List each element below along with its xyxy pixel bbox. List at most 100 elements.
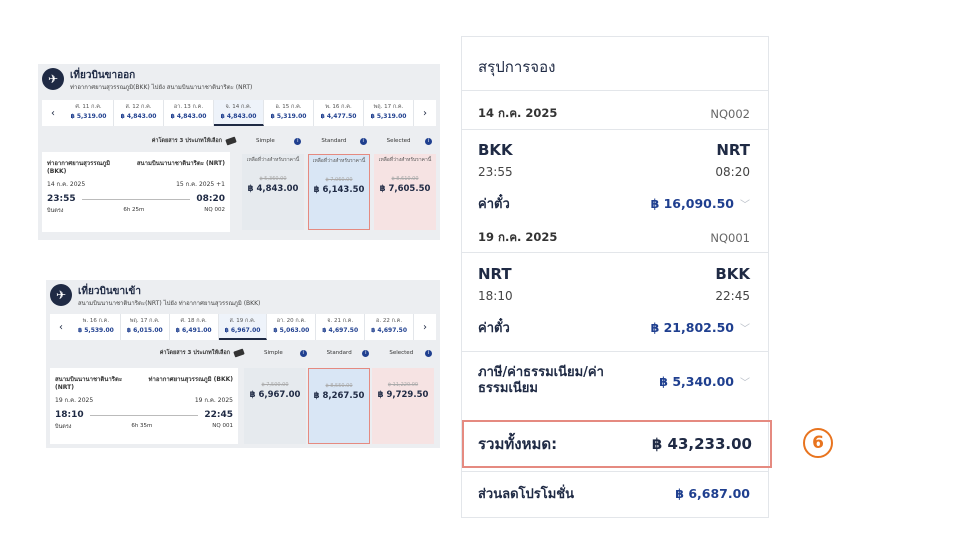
inbound-destination: BKK <box>715 265 750 283</box>
outbound-header: ✈ เที่ยวบินขาออก ท่าอากาศยานสุวรรณภูมิ(B… <box>38 64 440 96</box>
flight-duration: 6h 35m <box>131 423 153 429</box>
outbound-panel: ✈ เที่ยวบินขาออก ท่าอากาศยานสุวรรณภูมิ(B… <box>38 64 440 240</box>
outbound-date-strip: ‹ ศ. 11 ก.ค. ฿ 5,319.00 ส. 12 ก.ค. ฿ 4,843… <box>42 100 436 126</box>
departure-time: 23:55 <box>47 194 76 204</box>
prev-date-icon[interactable]: ‹ <box>50 314 72 340</box>
fare-option-standard[interactable]: ฿ 8,550.00 ฿ 8,267.50 <box>308 368 370 444</box>
origin-name: สนามบินนานาชาตินาริตะ (NRT) <box>55 376 123 391</box>
inbound-date: 19 ก.ค. 2025 <box>478 230 558 244</box>
next-date-icon[interactable]: › <box>414 314 436 340</box>
step-marker: 6 <box>803 428 833 458</box>
fare-option-standard[interactable]: เหลือที่ว่างสำหรับราคานี้฿ 7,060.00 ฿ 6,1… <box>308 154 370 230</box>
fare-type-standard: Standard <box>321 138 347 144</box>
plane-icon: ✈ <box>50 284 72 306</box>
destination-name: สนามบินนานาชาตินาริตะ (NRT) <box>136 160 225 167</box>
prev-date-icon[interactable]: ‹ <box>42 100 64 126</box>
next-date-icon[interactable]: › <box>414 100 436 126</box>
outbound-destination: NRT <box>716 141 750 159</box>
route-line <box>89 415 199 420</box>
outbound-fare-row[interactable]: ค่าตั๋ว ฿ 16,090.50 ﹀ <box>478 193 750 214</box>
inbound-flight-code: NQ001 <box>710 231 750 245</box>
info-icon[interactable]: i <box>294 137 302 145</box>
inbound-header: ✈ เที่ยวบินขาเข้า สนามบินนานาชาตินาริตะ(… <box>46 280 440 312</box>
fare-option-selected[interactable]: เหลือที่ว่างสำหรับราคานี้฿ 8,610.00 ฿ 7,6… <box>374 154 436 230</box>
date-option[interactable]: อา. 13 ก.ค. ฿ 4,843.00 <box>164 100 214 126</box>
inbound-subtitle: สนามบินนานาชาตินาริตะ(NRT) ไปยัง ท่าอากา… <box>78 300 261 307</box>
info-icon[interactable]: i <box>359 137 367 145</box>
date-option[interactable]: จ. 21 ก.ค. ฿ 4,697.50 <box>316 314 366 340</box>
ticket-icon <box>225 136 237 146</box>
date-option[interactable]: ศ. 18 ก.ค. ฿ 6,491.00 <box>170 314 219 340</box>
date-option[interactable]: อ. 15 ก.ค. ฿ 5,319.00 <box>264 100 314 126</box>
fare-type-selected: Selected <box>389 350 414 356</box>
fare-type-simple: Simple <box>264 350 283 356</box>
arrival-date: 19 ก.ค. 2025 <box>194 397 233 404</box>
date-option[interactable]: ศ. 11 ก.ค. ฿ 5,319.00 <box>64 100 114 126</box>
outbound-origin: BKK <box>478 141 513 159</box>
departure-date: 14 ก.ค. 2025 <box>47 181 86 188</box>
arrival-time: 08:20 <box>196 194 225 204</box>
flight-details: สนามบินนานาชาตินาริตะ (NRT) ท่าอากาศยานส… <box>50 368 238 444</box>
date-option[interactable]: อา. 20 ก.ค. ฿ 5,063.00 <box>267 314 317 340</box>
route-line <box>81 199 191 204</box>
summary-title: สรุปการจอง <box>478 58 556 76</box>
arrival-time: 22:45 <box>204 410 233 420</box>
date-option[interactable]: พฤ. 17 ก.ค. ฿ 6,015.00 <box>121 314 170 340</box>
date-option[interactable]: พ. 16 ก.ค. ฿ 5,539.00 <box>72 314 121 340</box>
fare-type-header: ค่าโดยสาร 3 ประเภทให้เลือก Simple i Stand… <box>130 134 438 148</box>
tax-row[interactable]: ภาษี/ค่าธรรมเนียม/ค่าธรรมเนียม ฿ 5,340.0… <box>478 365 750 397</box>
discount-label: ส่วนลดโปรโมชั่น <box>478 487 575 502</box>
fare-option-simple[interactable]: ฿ 7,500.00 ฿ 6,967.00 <box>244 368 306 444</box>
outbound-title: เที่ยวบินขาออก <box>70 70 136 81</box>
flight-number: NQ 002 <box>204 207 225 213</box>
divider <box>462 471 768 472</box>
date-option[interactable]: ส. 12 ก.ค. ฿ 4,843.00 <box>114 100 164 126</box>
inbound-fare-row[interactable]: ค่าตั๋ว ฿ 21,802.50 ﹀ <box>478 317 750 338</box>
plane-icon: ✈ <box>42 68 64 90</box>
inbound-title: เที่ยวบินขาเข้า <box>78 286 141 297</box>
divider <box>462 90 768 91</box>
info-icon[interactable]: i <box>424 137 432 145</box>
inbound-arrival-time: 22:45 <box>715 289 750 303</box>
fare-option-selected[interactable]: ฿ 11,220.00 ฿ 9,729.50 <box>372 368 434 444</box>
info-icon[interactable]: i <box>299 349 307 357</box>
inbound-fare-label: ค่าตั๋ว <box>478 321 510 336</box>
info-icon[interactable]: i <box>425 349 433 357</box>
outbound-date: 14 ก.ค. 2025 <box>478 106 558 120</box>
fare-note: ค่าโดยสาร 3 ประเภทให้เลือก <box>151 138 222 144</box>
inbound-departure-time: 18:10 <box>478 289 513 303</box>
departure-date: 19 ก.ค. 2025 <box>55 397 94 404</box>
chevron-down-icon[interactable]: ﹀ <box>740 320 750 335</box>
fare-option-simple[interactable]: เหลือที่ว่างสำหรับราคานี้฿ 5,360.00 ฿ 4,8… <box>242 154 304 230</box>
flight-details: ท่าอากาศยานสุวรรณภูมิ (BKK) สนามบินนานาช… <box>42 152 230 232</box>
fare-type-simple: Simple <box>256 138 275 144</box>
chevron-down-icon[interactable]: ﹀ <box>740 374 750 389</box>
date-option[interactable]: พ. 16 ก.ค. ฿ 4,477.50 <box>314 100 364 126</box>
departure-time: 18:10 <box>55 410 84 420</box>
chevron-down-icon[interactable]: ﹀ <box>740 196 750 211</box>
outbound-fare-value: ฿ 16,090.50 <box>650 196 734 211</box>
outbound-subtitle: ท่าอากาศยานสุวรรณภูมิ(BKK) ไปยัง สนามบิน… <box>70 84 253 91</box>
date-option-selected[interactable]: จ. 14 ก.ค. ฿ 4,843.00 <box>214 100 264 126</box>
inbound-panel: ✈ เที่ยวบินขาเข้า สนามบินนานาชาตินาริตะ(… <box>46 280 440 448</box>
divider <box>462 252 768 253</box>
inbound-date-strip: ‹ พ. 16 ก.ค. ฿ 5,539.00 พฤ. 17 ก.ค. ฿ 6,01… <box>50 314 436 340</box>
divider <box>462 129 768 130</box>
discount-value: ฿ 6,687.00 <box>675 486 750 501</box>
inbound-fare-value: ฿ 21,802.50 <box>650 320 734 335</box>
inbound-origin: NRT <box>478 265 512 283</box>
date-option[interactable]: พฤ. 17 ก.ค. ฿ 5,319.00 <box>364 100 414 126</box>
info-icon[interactable]: i <box>362 349 370 357</box>
date-option-selected[interactable]: ส. 19 ก.ค. ฿ 6,967.00 <box>218 314 268 340</box>
outbound-arrival-time: 08:20 <box>715 165 750 179</box>
fare-type-standard: Standard <box>326 350 352 356</box>
fare-type-selected: Selected <box>386 138 411 144</box>
total-value: ฿ 43,233.00 <box>651 435 752 453</box>
flight-duration: 6h 25m <box>123 207 145 213</box>
fare-note: ค่าโดยสาร 3 ประเภทให้เลือก <box>159 350 230 356</box>
origin-name: ท่าอากาศยานสุวรรณภูมิ (BKK) <box>47 160 111 175</box>
arrival-date: 15 ก.ค. 2025 +1 <box>176 181 225 188</box>
date-option[interactable]: อ. 22 ก.ค. ฿ 4,697.50 <box>365 314 415 340</box>
outbound-flight-code: NQ002 <box>710 107 750 121</box>
flight-type: บินตรง <box>47 208 64 214</box>
